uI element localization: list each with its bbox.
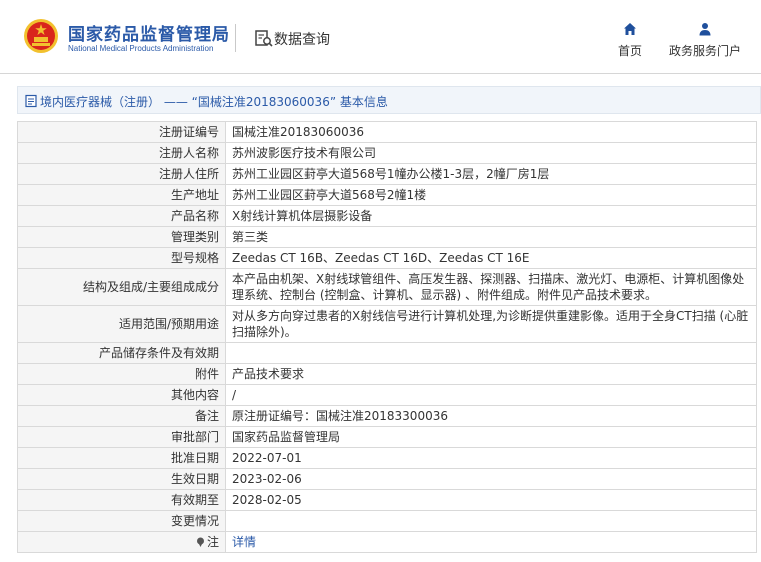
- note-row: 注 详情: [17, 531, 757, 553]
- row-label: 型号规格: [17, 247, 226, 269]
- row-label: 产品名称: [17, 205, 226, 227]
- details-link[interactable]: 详情: [232, 535, 256, 549]
- data-search-icon: [255, 30, 273, 47]
- table-row: 审批部门 国家药品监督管理局: [17, 426, 757, 448]
- table-row: 产品名称 X射线计算机体层摄影设备: [17, 205, 757, 227]
- row-label: 有效期至: [17, 489, 226, 511]
- row-label: 批准日期: [17, 447, 226, 469]
- row-value: 第三类: [225, 226, 757, 248]
- row-value: [225, 510, 757, 532]
- data-query-title: 数据查询: [274, 32, 330, 48]
- row-label: 结构及组成/主要组成成分: [17, 268, 226, 306]
- logo-title-en: National Medical Products Administration: [68, 44, 214, 53]
- row-label: 其他内容: [17, 384, 226, 406]
- row-value: 原注册证编号：国械注准20183300036: [225, 405, 757, 427]
- row-value: /: [225, 384, 757, 406]
- nav-gov-service-label: 政务服务门户: [668, 44, 741, 58]
- user-icon: [699, 23, 711, 36]
- row-label: 附件: [17, 363, 226, 385]
- row-value: 苏州工业园区葑亭大道568号2幢1楼: [225, 184, 757, 206]
- row-value: 2028-02-05: [225, 489, 757, 511]
- note-label: 注: [206, 535, 219, 549]
- pin-icon: [196, 537, 204, 547]
- row-label: 注册证编号: [17, 121, 226, 143]
- table-row: 变更情况: [17, 510, 757, 532]
- row-label: 注册人住所: [17, 163, 226, 185]
- row-value: 国械注准20183060036: [225, 121, 757, 143]
- row-value: X射线计算机体层摄影设备: [225, 205, 757, 227]
- row-label: 注册人名称: [17, 142, 226, 164]
- breadcrumb-text: 境内医疗器械（注册） —— “国械注准20183060036” 基本信息: [40, 95, 388, 109]
- header-divider: [235, 24, 236, 52]
- logo-title-cn: 国家药品监督管理局: [68, 25, 230, 45]
- note-value-cell: 详情: [225, 531, 757, 553]
- table-row: 注册人名称 苏州波影医疗技术有限公司: [17, 142, 757, 164]
- row-label: 生产地址: [17, 184, 226, 206]
- table-row: 生产地址 苏州工业园区葑亭大道568号2幢1楼: [17, 184, 757, 206]
- nav-home-label: 首页: [617, 44, 642, 58]
- row-label: 适用范围/预期用途: [17, 305, 226, 343]
- table-row: 注册证编号 国械注准20183060036: [17, 121, 757, 143]
- row-label: 产品储存条件及有效期: [17, 342, 226, 364]
- table-row: 管理类别 第三类: [17, 226, 757, 248]
- row-value: [225, 342, 757, 364]
- table-row: 备注 原注册证编号：国械注准20183300036: [17, 405, 757, 427]
- table-row: 生效日期 2023-02-06: [17, 468, 757, 490]
- national-emblem-icon: [24, 19, 58, 53]
- site-header: 国家药品监督管理局 National Medical Products Admi…: [0, 0, 761, 74]
- table-row: 附件 产品技术要求: [17, 363, 757, 385]
- table-row: 型号规格 Zeedas CT 16B、Zeedas CT 16D、Zeedas C…: [17, 247, 757, 269]
- row-value: 产品技术要求: [225, 363, 757, 385]
- document-icon: [25, 94, 37, 108]
- registration-info-table: 注册证编号 国械注准20183060036 注册人名称 苏州波影医疗技术有限公司 注…: [17, 121, 757, 553]
- note-label-cell: 注: [17, 531, 226, 553]
- nav-home-link[interactable]: 首页: [612, 22, 648, 62]
- breadcrumb: 境内医疗器械（注册） —— “国械注准20183060036” 基本信息: [17, 86, 761, 114]
- table-row: 其他内容 /: [17, 384, 757, 406]
- row-value: Zeedas CT 16B、Zeedas CT 16D、Zeedas CT 16…: [225, 247, 757, 269]
- table-row: 有效期至 2028-02-05: [17, 489, 757, 511]
- table-row: 产品储存条件及有效期: [17, 342, 757, 364]
- row-value: 国家药品监督管理局: [225, 426, 757, 448]
- row-label: 审批部门: [17, 426, 226, 448]
- row-value: 本产品由机架、X射线球管组件、高压发生器、探测器、扫描床、激光灯、电源柜、计算机…: [225, 268, 757, 306]
- row-label: 备注: [17, 405, 226, 427]
- home-icon: [624, 23, 636, 35]
- table-row: 批准日期 2022-07-01: [17, 447, 757, 469]
- row-value: 对从多方向穿过患者的X射线信号进行计算机处理,为诊断提供重建影像。适用于全身CT…: [225, 305, 757, 343]
- row-label: 变更情况: [17, 510, 226, 532]
- row-label: 管理类别: [17, 226, 226, 248]
- nav-gov-service-link[interactable]: 政务服务门户: [666, 22, 744, 62]
- table-row: 结构及组成/主要组成成分 本产品由机架、X射线球管组件、高压发生器、探测器、扫描床…: [17, 268, 757, 306]
- row-label: 生效日期: [17, 468, 226, 490]
- table-row: 适用范围/预期用途 对从多方向穿过患者的X射线信号进行计算机处理,为诊断提供重建影…: [17, 305, 757, 343]
- row-value: 2022-07-01: [225, 447, 757, 469]
- row-value: 2023-02-06: [225, 468, 757, 490]
- row-value: 苏州波影医疗技术有限公司: [225, 142, 757, 164]
- row-value: 苏州工业园区葑亭大道568号1幢办公楼1-3层，2幢厂房1层: [225, 163, 757, 185]
- table-row: 注册人住所 苏州工业园区葑亭大道568号1幢办公楼1-3层，2幢厂房1层: [17, 163, 757, 185]
